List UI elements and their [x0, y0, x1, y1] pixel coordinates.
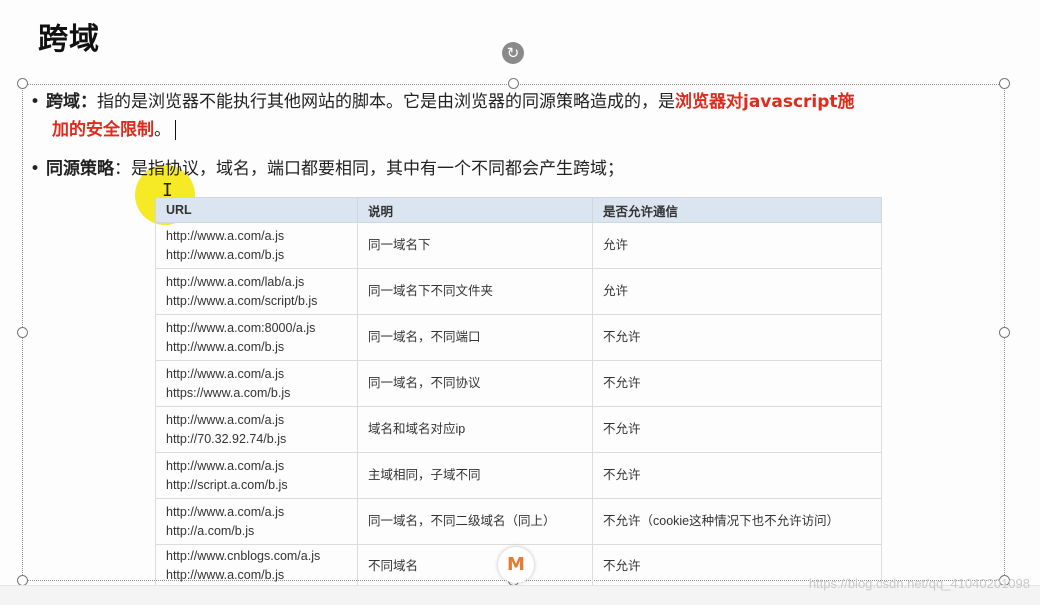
bullet-dot: •: [30, 159, 41, 179]
highlight-text-continued: 加的安全限制: [52, 120, 154, 140]
url-cell: http://www.a.com:8000/a.js http://www.a.c…: [155, 314, 358, 361]
description-cell: 主域相同，子域不同: [357, 452, 593, 499]
url-b: http://70.32.92.74/b.js: [166, 431, 287, 446]
same-origin-table[interactable]: URL 说明 是否允许通信 http://www.a.com/a.js http:…: [155, 197, 882, 588]
column-header-description: 说明: [357, 197, 593, 223]
app-logo-icon[interactable]: M: [498, 547, 534, 583]
url-b: http://www.a.com/script/b.js: [166, 293, 318, 308]
allowed-cell: 不允许: [592, 406, 882, 453]
table-row: http://www.a.com/a.js https://www.a.com/b…: [155, 360, 882, 407]
url-a: http://www.a.com/a.js: [166, 228, 285, 243]
bullet-keyword: 跨域：: [46, 92, 97, 112]
bullet-keyword: 同源策略: [46, 159, 114, 179]
url-b: http://a.com/b.js: [166, 523, 255, 538]
resize-handle-middle-left[interactable]: [17, 327, 28, 338]
url-b: http://www.a.com/b.js: [166, 568, 285, 582]
description-cell: 同一域名下不同文件夹: [357, 268, 593, 315]
url-cell: http://www.a.com/a.js http://70.32.92.74/…: [155, 406, 358, 453]
allowed-cell: 允许: [592, 268, 882, 315]
column-header-allowed: 是否允许通信: [592, 197, 882, 223]
description-cell: 同一域名，不同协议: [357, 360, 593, 407]
url-cell: http://www.a.com/a.js http://www.a.com/b.…: [155, 222, 358, 269]
url-a: http://www.cnblogs.com/a.js: [166, 549, 321, 563]
url-a: http://www.a.com:8000/a.js: [166, 320, 316, 335]
url-cell: http://www.a.com/lab/a.js http://www.a.co…: [155, 268, 358, 315]
url-a: http://www.a.com/a.js: [166, 504, 285, 519]
allowed-cell: 不允许: [592, 314, 882, 361]
table-row: http://www.a.com/a.js http://script.a.com…: [155, 452, 882, 499]
highlight-text: 浏览器对javascript施: [675, 92, 855, 112]
description-cell: 域名和域名对应ip: [357, 406, 593, 453]
table-row: http://www.a.com/lab/a.js http://www.a.co…: [155, 268, 882, 315]
url-b: http://www.a.com/b.js: [166, 339, 285, 354]
description-cell: 不同域名: [357, 544, 593, 588]
text-caret: [175, 120, 176, 140]
bullet-text: 指的是浏览器不能执行其他网站的脚本。它是由浏览器的同源策略造成的，是: [97, 92, 675, 112]
slide-title[interactable]: 跨域: [38, 14, 100, 58]
url-cell: http://www.a.com/a.js https://www.a.com/b…: [155, 360, 358, 407]
table-row: http://www.a.com:8000/a.js http://www.a.c…: [155, 314, 882, 361]
bullet-same-origin[interactable]: • 同源策略：是指协议，域名，端口都要相同，其中有一个不同都会产生跨域；: [30, 155, 1000, 183]
url-cell: http://www.a.com/a.js http://a.com/b.js: [155, 498, 358, 545]
url-a: http://www.a.com/a.js: [166, 366, 285, 381]
allowed-cell: 不允许: [592, 452, 882, 499]
resize-handle-middle-right[interactable]: [999, 327, 1010, 338]
url-a: http://www.a.com/a.js: [166, 458, 285, 473]
url-a: http://www.a.com/a.js: [166, 412, 285, 427]
column-header-url: URL: [155, 197, 358, 223]
url-b: http://script.a.com/b.js: [166, 477, 288, 492]
url-b: http://www.a.com/b.js: [166, 247, 285, 262]
url-b: https://www.a.com/b.js: [166, 385, 291, 400]
description-cell: 同一域名下: [357, 222, 593, 269]
resize-handle-top-left[interactable]: [17, 78, 28, 89]
resize-handle-top-right[interactable]: [999, 78, 1010, 89]
bullet-cross-domain[interactable]: • 跨域：指的是浏览器不能执行其他网站的脚本。它是由浏览器的同源策略造成的，是浏览…: [30, 88, 1000, 144]
url-a: http://www.a.com/lab/a.js: [166, 274, 305, 289]
url-cell: http://www.a.com/a.js http://script.a.com…: [155, 452, 358, 499]
table-row: http://www.a.com/a.js http://a.com/b.js 同…: [155, 498, 882, 545]
bullet-text: ：是指协议，域名，端口都要相同，其中有一个不同都会产生跨域；: [114, 159, 624, 179]
table-row: http://www.a.com/a.js http://www.a.com/b.…: [155, 222, 882, 269]
allowed-cell: 不允许（cookie这种情况下也不允许访问）: [592, 498, 882, 545]
description-cell: 同一域名，不同二级域名（同上）: [357, 498, 593, 545]
watermark-text: https://blog.csdn.net/qq_41040201098: [808, 576, 1030, 591]
bullet-dot: •: [30, 92, 41, 112]
allowed-cell: 不允许: [592, 360, 882, 407]
table-row: http://www.a.com/a.js http://70.32.92.74/…: [155, 406, 882, 453]
description-cell: 同一域名，不同端口: [357, 314, 593, 361]
url-cell: http://www.cnblogs.com/a.js http://www.a.…: [155, 544, 358, 588]
allowed-cell: 允许: [592, 222, 882, 269]
bullet-tail: 。: [154, 120, 171, 140]
rotate-icon[interactable]: ↻: [502, 42, 524, 64]
slide-canvas[interactable]: 跨域 ↻ • 跨域：指的是浏览器不能执行其他网站的脚本。它是由浏览器的同源策略造成…: [0, 0, 1040, 604]
